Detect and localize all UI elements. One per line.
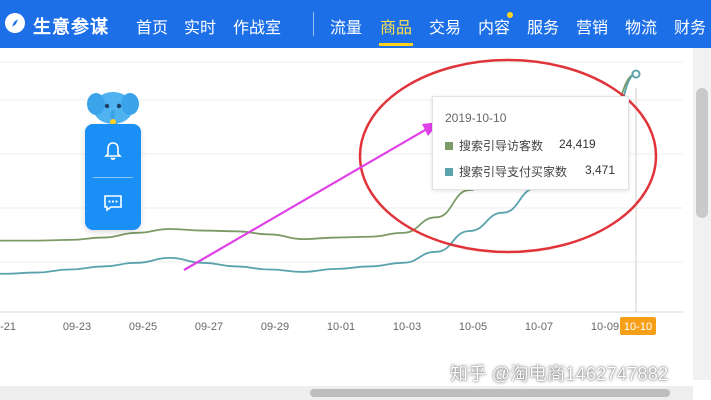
x-tick-label: 09-29 xyxy=(261,321,289,333)
x-tick-label: 10-10 xyxy=(624,321,652,333)
brand-name[interactable]: 生意参谋 xyxy=(33,13,109,39)
nav-item-logistics[interactable]: 物流 xyxy=(625,14,657,38)
nav-item-finance[interactable]: 财务 xyxy=(674,14,706,38)
elephant-mascot-icon[interactable] xyxy=(86,86,140,126)
vertical-scrollbar[interactable] xyxy=(693,48,711,380)
x-tick-label: 09-23 xyxy=(63,321,91,333)
tooltip-row-visitors: 搜索引导访客数 24,419 xyxy=(445,137,596,154)
nav-separator xyxy=(313,12,314,36)
x-tick-label: 10-01 xyxy=(327,321,355,333)
bell-icon[interactable] xyxy=(99,137,127,165)
x-tick-label: 9-21 xyxy=(0,321,16,333)
top-nav-bar: 生意参谋 首页 实时 作战室 流量 商品 交易 内容 服务 营销 物流 财务 xyxy=(0,0,711,48)
nav-item-war-room[interactable]: 作战室 xyxy=(233,14,281,38)
annotation-arrow-line xyxy=(183,125,433,271)
vertical-scrollbar-thumb[interactable] xyxy=(696,88,708,218)
watermark-text: 知乎 @淘电商1462747882 xyxy=(450,364,669,384)
chart-tooltip: 2019-10-10 搜索引导访客数 24,419 搜索引导支付买家数 3,47… xyxy=(432,96,629,190)
chat-icon[interactable] xyxy=(99,189,127,217)
compass-logo-icon[interactable] xyxy=(5,13,25,33)
tooltip-label: 搜索引导支付买家数 xyxy=(459,165,568,179)
notification-dot xyxy=(507,12,513,18)
nav-item-realtime[interactable]: 实时 xyxy=(184,14,216,38)
x-tick-label: 10-03 xyxy=(393,321,421,333)
x-tick-label: 09-27 xyxy=(195,321,223,333)
tooltip-value: 24,419 xyxy=(559,137,596,151)
x-tick-label: 09-25 xyxy=(129,321,157,333)
nav-item-content[interactable]: 内容 xyxy=(478,14,510,38)
series-swatch xyxy=(445,167,453,176)
tooltip-date: 2019-10-10 xyxy=(445,111,507,125)
horizontal-scrollbar[interactable] xyxy=(0,386,693,400)
x-tick-label: 10-07 xyxy=(525,321,553,333)
highlighted-point xyxy=(631,69,641,79)
nav-item-traffic[interactable]: 流量 xyxy=(330,14,362,38)
x-tick-label: 10-05 xyxy=(459,321,487,333)
horizontal-scrollbar-thumb[interactable] xyxy=(310,389,670,397)
nav-item-product[interactable]: 商品 xyxy=(380,14,412,38)
floating-tool-panel xyxy=(85,124,141,230)
x-tick-label: 10-09 xyxy=(591,321,619,333)
tooltip-label: 搜索引导访客数 xyxy=(459,139,544,153)
panel-divider xyxy=(93,177,133,178)
active-tab-indicator xyxy=(379,43,413,46)
tooltip-row-buyers: 搜索引导支付买家数 3,471 xyxy=(445,163,615,180)
nav-item-home[interactable]: 首页 xyxy=(136,14,168,38)
nav-item-trade[interactable]: 交易 xyxy=(429,14,461,38)
nav-item-service[interactable]: 服务 xyxy=(527,14,559,38)
series-swatch xyxy=(445,141,453,150)
nav-item-marketing[interactable]: 营销 xyxy=(576,14,608,38)
tooltip-value: 3,471 xyxy=(585,163,616,177)
